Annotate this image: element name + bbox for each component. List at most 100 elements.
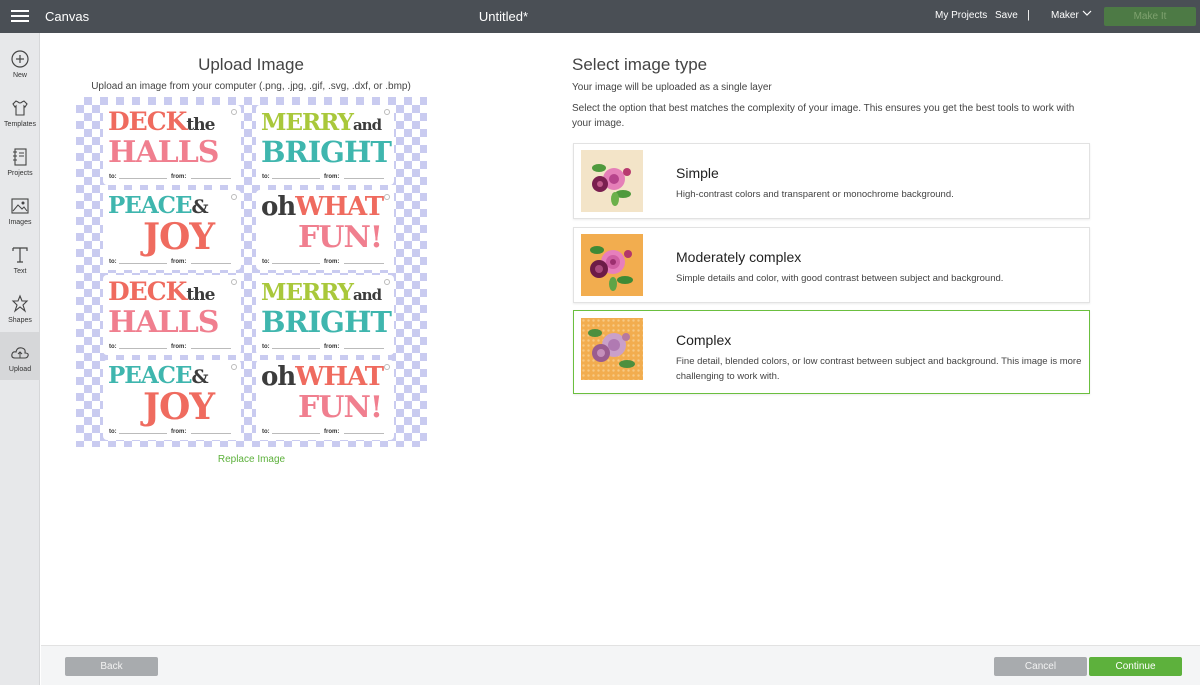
tag-to-label: to:: [262, 259, 270, 265]
tag-from-label: from:: [324, 344, 340, 350]
sidebar-item-text[interactable]: Text: [0, 234, 40, 282]
gift-tag: PEACE& JOY to: from:: [103, 360, 241, 440]
gift-tag: PEACE& JOY to: from:: [103, 190, 241, 270]
plus-circle-icon: [11, 50, 29, 68]
tag-hole-icon: [231, 364, 237, 370]
tag-to-label: to:: [109, 429, 117, 435]
tshirt-icon: [12, 100, 28, 116]
tag-word: FUN!: [298, 390, 383, 425]
notebook-icon: [13, 148, 27, 166]
option-simple[interactable]: Simple High-contrast colors and transpar…: [573, 143, 1090, 219]
tag-word: DECK: [108, 277, 187, 306]
tag-from-label: from:: [171, 259, 187, 265]
my-projects-link[interactable]: My Projects: [935, 10, 987, 21]
tag-from-label: from:: [324, 429, 340, 435]
tag-hole-icon: [231, 109, 237, 115]
tag-word: PEACE: [108, 192, 193, 219]
tag-word: MERRY: [261, 109, 354, 136]
sidebar-item-label: Text: [13, 268, 27, 275]
tag-to-label: to:: [262, 429, 270, 435]
option-name: Moderately complex: [676, 249, 802, 265]
tag-word-small: the: [186, 115, 215, 135]
sidebar-item-label: Templates: [4, 121, 36, 128]
tag-hole-icon: [384, 109, 390, 115]
sidebar-item-label: New: [12, 72, 27, 79]
tag-word: MERRY: [261, 279, 354, 306]
tag-to-label: to:: [262, 344, 270, 350]
tag-hole-icon: [384, 194, 390, 200]
footer-bar: Back Cancel Continue: [41, 645, 1200, 685]
tag-from-label: from:: [171, 429, 187, 435]
back-button[interactable]: Back: [65, 657, 158, 676]
tag-word-small: and: [352, 116, 382, 134]
tag-word-small: and: [352, 286, 382, 304]
tag-word: BRIGHT: [261, 135, 392, 169]
replace-image-link[interactable]: Replace Image: [76, 454, 427, 465]
tag-word: WHAT: [295, 192, 384, 222]
tag-from-label: from:: [171, 344, 187, 350]
tag-word: JOY: [143, 386, 215, 428]
chevron-down-icon[interactable]: [1082, 8, 1092, 18]
tag-word-small: &: [191, 366, 209, 388]
cancel-button[interactable]: Cancel: [994, 657, 1087, 676]
tag-word-small: oh: [261, 362, 296, 392]
machine-select[interactable]: Maker: [1051, 10, 1079, 21]
sidebar-item-templates[interactable]: Templates: [0, 87, 40, 135]
tag-word: DECK: [108, 107, 187, 136]
option-description: Fine detail, blended colors, or low cont…: [676, 356, 1082, 382]
gift-tag: ohWHAT FUN! to: from:: [256, 190, 394, 270]
sidebar-item-new[interactable]: New: [0, 38, 40, 86]
sidebar-item-shapes[interactable]: Shapes: [0, 283, 40, 331]
gift-tag: MERRYand BRIGHT to: from:: [256, 275, 394, 355]
tag-from-label: from:: [324, 174, 340, 180]
shapes-icon: [11, 294, 29, 313]
tag-hole-icon: [384, 364, 390, 370]
upload-subtitle: Upload an image from your computer (.png…: [91, 81, 411, 92]
sidebar-item-label: Projects: [7, 170, 33, 177]
sidebar-item-label: Shapes: [8, 317, 32, 324]
tag-word-small: &: [191, 196, 209, 218]
option-description: High-contrast colors and transparent or …: [676, 189, 954, 200]
sidebar-item-images[interactable]: Images: [0, 185, 40, 233]
tag-from-label: from:: [171, 174, 187, 180]
divider: |: [1027, 9, 1030, 21]
continue-button[interactable]: Continue: [1089, 657, 1182, 676]
image-type-subtitle: Your image will be uploaded as a single …: [572, 82, 772, 93]
flower-thumbnail-icon: [581, 234, 643, 296]
make-it-button[interactable]: Make It: [1104, 7, 1196, 26]
gift-tag: DECKthe HALLS to: from:: [103, 275, 241, 355]
top-bar: Canvas Untitled* My Projects Save | Make…: [0, 0, 1200, 33]
option-moderately-complex[interactable]: Moderately complex Simple details and co…: [573, 227, 1090, 303]
tag-to-label: to:: [109, 259, 117, 265]
option-name: Complex: [676, 332, 732, 348]
image-icon: [11, 198, 29, 214]
tag-to-label: to:: [109, 344, 117, 350]
sidebar-item-projects[interactable]: Projects: [0, 136, 40, 184]
tag-word-small: oh: [261, 192, 296, 222]
tag-word: WHAT: [295, 362, 384, 392]
tag-from-label: from:: [324, 259, 340, 265]
sidebar-item-label: Upload: [8, 366, 32, 373]
tag-word-small: the: [186, 285, 215, 305]
tag-word: FUN!: [298, 220, 383, 255]
left-sidebar: New Templates Projects Images Text Shape…: [0, 33, 40, 685]
sidebar-item-upload[interactable]: Upload: [0, 332, 40, 380]
option-name: Simple: [676, 165, 719, 181]
gift-tag: DECKthe HALLS to: from:: [103, 105, 241, 185]
uploaded-image-preview: DECKthe HALLS to: from: MERRYand BRIGHT t…: [76, 97, 427, 447]
document-title[interactable]: Untitled*: [0, 9, 1007, 24]
tag-hole-icon: [231, 279, 237, 285]
tag-hole-icon: [384, 279, 390, 285]
flower-thumbnail-icon: [581, 318, 643, 380]
tag-word: HALLS: [108, 305, 219, 340]
save-link[interactable]: Save: [995, 10, 1018, 21]
option-complex[interactable]: Complex Fine detail, blended colors, or …: [573, 310, 1090, 394]
cloud-upload-icon: [11, 347, 29, 359]
gift-tag: ohWHAT FUN! to: from:: [256, 360, 394, 440]
tag-hole-icon: [231, 194, 237, 200]
image-type-title: Select image type: [572, 55, 708, 74]
gift-tag: MERRYand BRIGHT to: from:: [256, 105, 394, 185]
sidebar-item-label: Images: [8, 219, 32, 226]
tag-word: PEACE: [108, 362, 193, 389]
tag-word: JOY: [143, 216, 215, 258]
